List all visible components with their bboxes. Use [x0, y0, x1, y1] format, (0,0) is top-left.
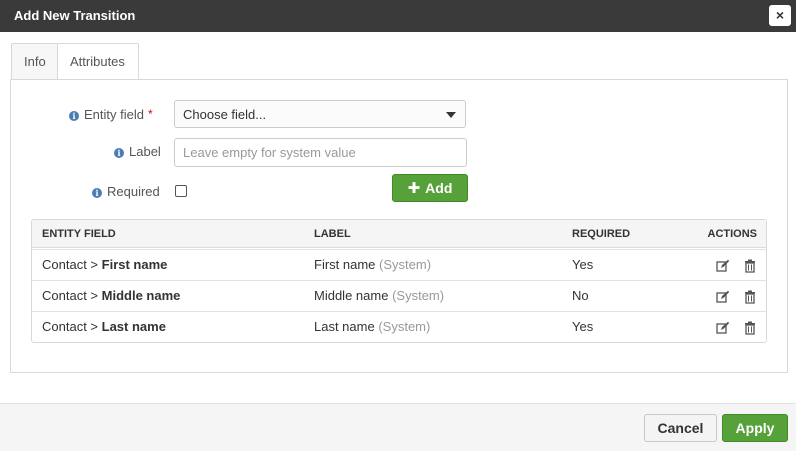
trash-icon[interactable]	[743, 290, 757, 304]
entity-field-cell: Contact > First name	[42, 257, 168, 272]
add-transition-dialog: Add New Transition × Info Attributes i En…	[0, 0, 796, 451]
label-cell: Last name (System)	[314, 319, 431, 334]
plus-icon: ✚	[407, 180, 421, 197]
trash-icon[interactable]	[743, 259, 757, 273]
dialog-footer: Cancel Apply	[0, 404, 796, 451]
actions-cell	[707, 312, 757, 342]
close-button[interactable]: ×	[769, 5, 791, 26]
edit-icon[interactable]	[716, 290, 730, 304]
required-cell: Yes	[572, 257, 594, 272]
actions-cell	[707, 250, 757, 280]
caret-down-icon	[446, 112, 456, 118]
attributes-table: ENTITY FIELD LABEL REQUIRED ACTIONS Cont…	[31, 219, 767, 343]
table-row: Contact > First name First name (System)…	[32, 249, 766, 280]
required-field-label: i Required	[92, 184, 160, 199]
edit-icon[interactable]	[716, 321, 730, 335]
dialog-titlebar: Add New Transition ×	[0, 0, 796, 32]
actions-cell	[707, 281, 757, 311]
trash-icon[interactable]	[743, 321, 757, 335]
column-header-required[interactable]: REQUIRED	[572, 220, 630, 248]
required-marker: *	[147, 107, 153, 121]
add-button-label: Add	[425, 180, 453, 196]
attributes-panel: iEntity field* Choose field... iLabel iR…	[10, 79, 788, 373]
entity-field-value: Choose field...	[183, 107, 267, 122]
required-checkbox[interactable]	[175, 185, 187, 197]
edit-icon[interactable]	[716, 259, 730, 273]
tab-attributes[interactable]: Attributes	[57, 43, 139, 81]
info-icon[interactable]: i	[92, 187, 102, 198]
info-icon[interactable]: i	[114, 147, 124, 158]
close-icon: ×	[775, 7, 785, 23]
label-field-label: i Label	[114, 144, 161, 159]
table-header: ENTITY FIELD LABEL REQUIRED ACTIONS	[32, 220, 766, 248]
column-header-entity-field[interactable]: ENTITY FIELD	[42, 220, 116, 248]
apply-button[interactable]: Apply	[722, 414, 788, 442]
required-cell: No	[572, 288, 589, 303]
label-input[interactable]	[174, 138, 467, 167]
label-cell: First name (System)	[314, 257, 432, 272]
column-header-actions: ACTIONS	[707, 228, 758, 240]
tab-info[interactable]: Info	[11, 43, 58, 80]
dialog-title: Add New Transition	[14, 8, 136, 23]
entity-field-select[interactable]: Choose field...	[174, 100, 466, 128]
add-button[interactable]: ✚ Add	[392, 174, 468, 202]
info-icon[interactable]: i	[69, 110, 79, 121]
table-row: Contact > Last name Last name (System) Y…	[32, 311, 766, 342]
entity-field-cell: Contact > Middle name	[42, 288, 181, 303]
entity-field-label: i Entity field *	[69, 107, 153, 122]
required-cell: Yes	[572, 319, 594, 334]
table-row: Contact > Middle name Middle name (Syste…	[32, 280, 766, 311]
entity-field-cell: Contact > Last name	[42, 319, 166, 334]
cancel-button[interactable]: Cancel	[644, 414, 717, 442]
label-cell: Middle name (System)	[314, 288, 445, 303]
column-header-label[interactable]: LABEL	[314, 220, 351, 248]
